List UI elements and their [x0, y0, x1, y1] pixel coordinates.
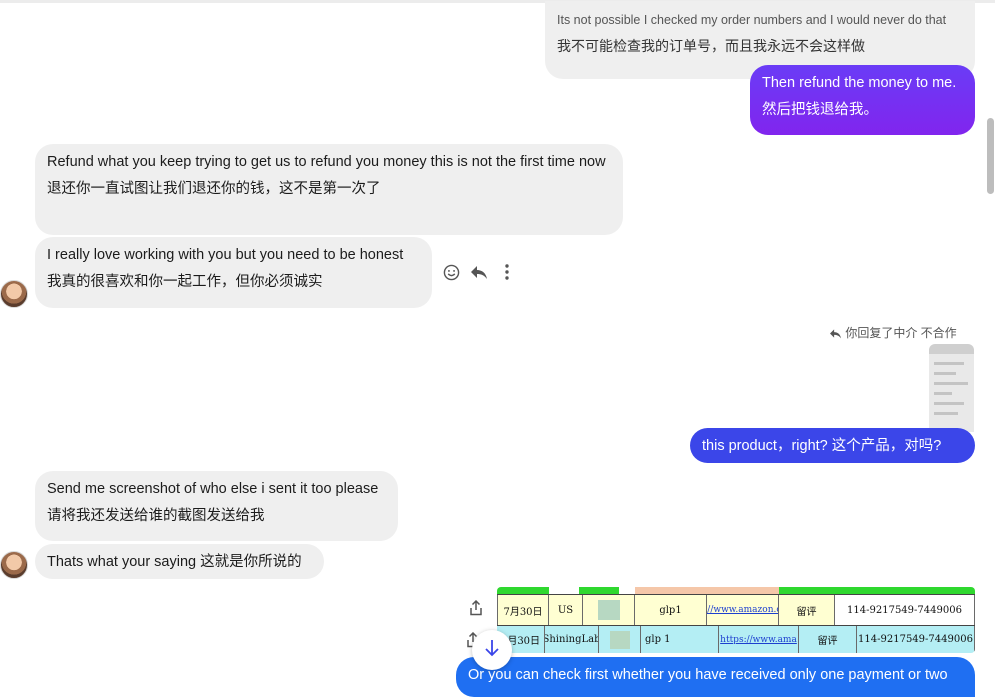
- message-bubble[interactable]: Refund what you keep trying to get us to…: [35, 144, 623, 235]
- message-text-en: I really love working with you but you n…: [47, 247, 404, 263]
- message-text-en: Refund what you keep trying to get us to…: [47, 154, 606, 170]
- cell: glp 1: [641, 626, 719, 653]
- reply-icon[interactable]: [468, 261, 490, 283]
- product-thumbnail: [599, 626, 641, 653]
- avatar[interactable]: [0, 280, 28, 308]
- cell: glp1: [635, 595, 707, 625]
- smile-icon[interactable]: [440, 261, 462, 283]
- spreadsheet-row: 7月30日 ShiningLab glp 1 https://www.ama 留…: [497, 626, 975, 653]
- message-bubble[interactable]: Thats what your saying 这就是你所说的: [35, 544, 324, 579]
- scrollbar-thumb[interactable]: [987, 118, 994, 194]
- cell: 7月30日: [497, 595, 549, 625]
- message-text-en: Then refund the money to me.: [762, 75, 957, 91]
- reply-indicator-text: 你回复了中介 不合作: [845, 326, 957, 340]
- message-bubble[interactable]: I really love working with you but you n…: [35, 237, 432, 308]
- reply-indicator: 你回复了中介 不合作: [829, 324, 957, 342]
- message-text-zh: 然后把钱退给我。: [762, 102, 878, 118]
- message-text: this product，right? 这个产品，对吗?: [702, 438, 942, 454]
- more-icon[interactable]: [496, 261, 518, 283]
- spreadsheet-image[interactable]: 7月30日 US glp1 https://www.amazon.com/d 留…: [497, 587, 975, 653]
- cell: 114-9217549-7449006: [835, 595, 975, 625]
- message-text: Thats what your saying 这就是你所说的: [47, 554, 302, 570]
- message-text: Or you can check first whether you have …: [468, 667, 948, 683]
- message-text-zh: 我不可能检查我的订单号，而且我永远不会这样做: [557, 38, 865, 54]
- arrow-down-icon: [484, 639, 500, 662]
- message-text-zh: 退还你一直试图让我们退还你的钱，这不是第一次了: [47, 181, 381, 197]
- avatar[interactable]: [0, 551, 28, 579]
- cell: 114-9217549-7449006: [857, 626, 975, 653]
- cell-link: https://www.amazon.com/d: [707, 595, 779, 625]
- cell-link: https://www.ama: [719, 626, 799, 653]
- cell: 留评: [799, 626, 857, 653]
- reply-arrow-icon: [829, 328, 842, 342]
- message-bubble[interactable]: Send me screenshot of who else i sent it…: [35, 471, 398, 541]
- message-text-en: Send me screenshot of who else i sent it…: [47, 481, 379, 497]
- message-text-zh: 请将我还发送给谁的截图发送给我: [47, 508, 265, 524]
- product-thumbnail: [583, 595, 635, 625]
- spreadsheet-row: 7月30日 US glp1 https://www.amazon.com/d 留…: [497, 594, 975, 626]
- message-text-en: Its not possible I checked my order numb…: [557, 13, 947, 27]
- cell: 留评: [779, 595, 835, 625]
- share-icon[interactable]: [465, 597, 487, 619]
- replied-image-thumbnail[interactable]: [929, 344, 974, 432]
- cell: US: [549, 595, 583, 625]
- scroll-to-bottom-button[interactable]: [472, 630, 512, 670]
- message-bubble[interactable]: Or you can check first whether you have …: [456, 657, 975, 697]
- message-bubble[interactable]: this product，right? 这个产品，对吗?: [690, 428, 975, 463]
- message-bubble[interactable]: Then refund the money to me. 然后把钱退给我。: [750, 65, 975, 135]
- message-text-zh: 我真的很喜欢和你一起工作，但你必须诚实: [47, 274, 323, 290]
- cell: ShiningLab: [545, 626, 599, 653]
